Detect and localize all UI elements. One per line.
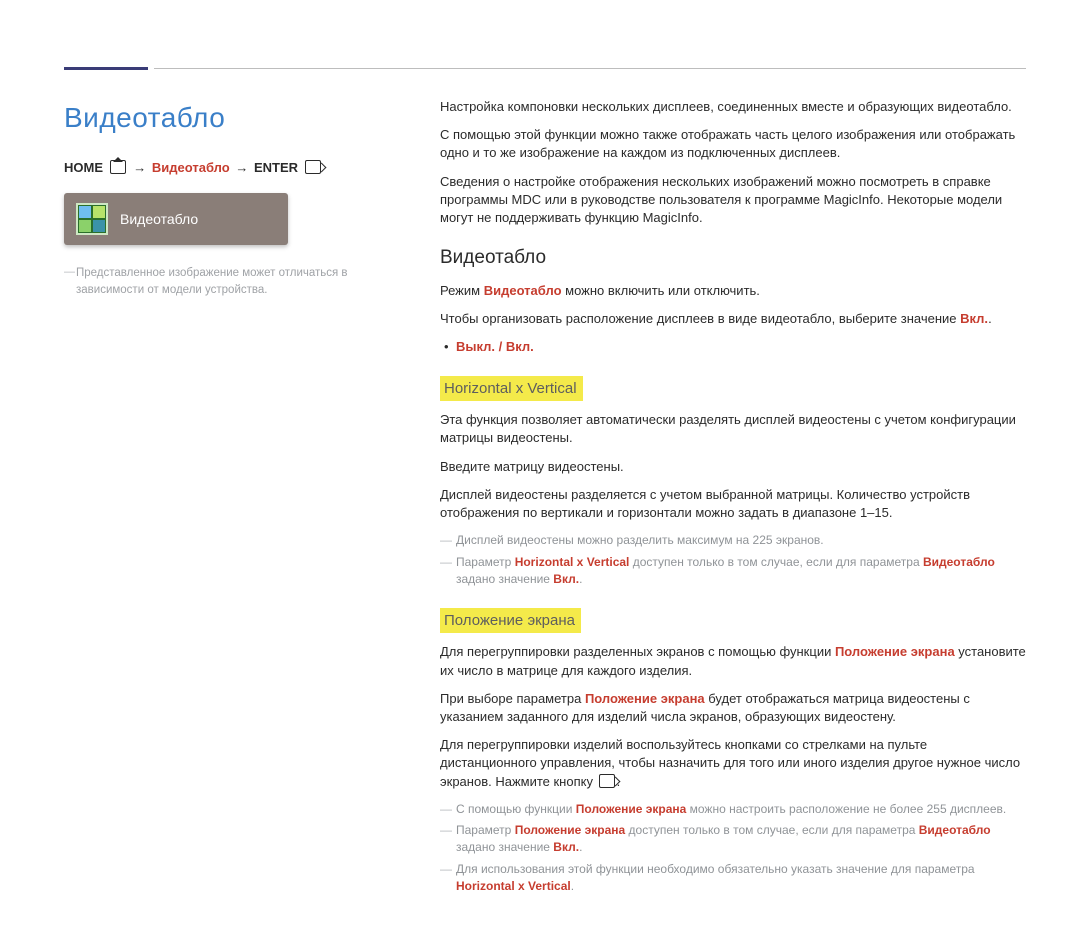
breadcrumb: HOME → Видеотабло → ENTER [64,159,384,177]
s3-p1: Для перегруппировки разделенных экранов … [440,643,1026,679]
section-title-videotablo: Видеотабло [440,245,1026,272]
s1-p1: Режим Видеотабло можно включить или откл… [440,282,1026,300]
s2-p3: Дисплей видеостены разделяется с учетом … [440,486,1026,522]
s3-note-1: С помощью функции Положение экрана можно… [440,801,1026,818]
image-disclaimer: Представленное изображение может отличат… [64,265,384,298]
menu-tile-label: Видеотабло [120,210,198,230]
intro-p3: Сведения о настройке отображения несколь… [440,173,1026,228]
top-rules [64,56,1026,70]
left-column: Видеотабло HOME → Видеотабло → ENTER Вид… [64,98,384,902]
option-off-on: Выкл. / Вкл. [456,339,534,354]
s3-notes: С помощью функции Положение экрана можно… [440,801,1026,896]
menu-tile[interactable]: Видеотабло [64,193,288,245]
s2-note-2: Параметр Horizontal x Vertical доступен … [440,554,1026,589]
home-icon [110,160,126,174]
s3-note-2: Параметр Положение экрана доступен тольк… [440,822,1026,857]
enter-icon [305,160,321,174]
intro-p2: С помощью этой функции можно также отобр… [440,126,1026,162]
section-title-hxv: Horizontal x Vertical [440,376,583,401]
breadcrumb-arrow: → [233,160,250,175]
enter-icon [599,774,615,788]
s3-p3: Для перегруппировки изделий воспользуйте… [440,736,1026,791]
s2-p1: Эта функция позволяет автоматически разд… [440,411,1026,447]
page: Видеотабло HOME → Видеотабло → ENTER Вид… [0,0,1080,942]
s2-notes: Дисплей видеостены можно разделить макси… [440,532,1026,588]
section-title-screen-position: Положение экрана [440,608,581,633]
page-title: Видеотабло [64,98,384,137]
s3-p2: При выборе параметра Положение экрана бу… [440,690,1026,726]
video-wall-icon [76,203,108,235]
s1-p2: Чтобы организовать расположение дисплеев… [440,310,1026,328]
top-rule-thick [64,67,148,70]
right-column: Настройка компоновки нескольких дисплеев… [440,98,1026,902]
columns: Видеотабло HOME → Видеотабло → ENTER Вид… [64,98,1026,902]
s3-note-3: Для использования этой функции необходим… [440,861,1026,896]
term-vkl: Вкл. [960,311,988,326]
breadcrumb-item: Видеотабло [152,160,230,175]
s1-bullets: Выкл. / Вкл. [440,338,1026,356]
intro-p1: Настройка компоновки нескольких дисплеев… [440,98,1026,116]
s2-note-1: Дисплей видеостены можно разделить макси… [440,532,1026,549]
top-rule-thin [154,68,1026,69]
breadcrumb-enter: ENTER [254,160,298,175]
breadcrumb-arrow: → [131,160,148,175]
s2-p2: Введите матрицу видеостены. [440,458,1026,476]
term-videotablo: Видеотабло [484,283,562,298]
term-screen-position: Положение экрана [835,644,955,659]
breadcrumb-home: HOME [64,160,103,175]
